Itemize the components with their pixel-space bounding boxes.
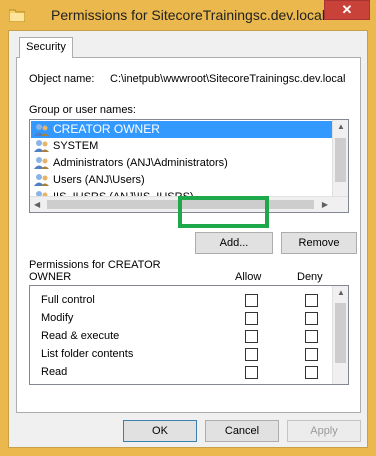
deny-checkbox[interactable] (305, 366, 318, 379)
deny-checkbox[interactable] (305, 312, 318, 325)
apply-button[interactable]: Apply (287, 420, 361, 442)
permissions-header: Permissions for CREATOR (29, 259, 161, 271)
deny-column-label: Deny (297, 271, 323, 283)
list-item-label: SYSTEM (53, 140, 99, 152)
list-item[interactable]: Administrators (ANJ\Administrators) (31, 155, 335, 172)
permissions-header-cont: OWNER (29, 271, 72, 283)
group-names-label: Group or user names: (29, 104, 136, 116)
remove-button[interactable]: Remove (281, 232, 357, 254)
window-frame: Permissions for SitecoreTrainingsc.dev.l… (0, 0, 376, 456)
list-item-label: CREATOR OWNER (53, 122, 160, 136)
add-button[interactable]: Add... (195, 232, 273, 254)
users-icon (34, 123, 50, 137)
close-button[interactable]: ✕ (324, 0, 370, 20)
permission-row: Read & execute (30, 327, 330, 345)
scroll-up-icon[interactable]: ▲ (337, 122, 345, 131)
ok-button[interactable]: OK (123, 420, 197, 442)
object-name-value: C:\inetpub\wwwroot\SitecoreTrainingsc.de… (110, 73, 346, 85)
permission-name: List folder contents (41, 348, 134, 360)
permission-row: Modify (30, 309, 330, 327)
allow-checkbox[interactable] (245, 294, 258, 307)
dialog-client: Security Object name: C:\inetpub\wwwroot… (8, 30, 368, 448)
list-item[interactable]: Users (ANJ\Users) (31, 172, 335, 189)
users-icon (34, 139, 50, 153)
deny-checkbox[interactable] (305, 294, 318, 307)
cancel-button[interactable]: Cancel (205, 420, 279, 442)
tab-security[interactable]: Security (19, 37, 73, 58)
permission-row: List folder contents (30, 345, 330, 363)
permission-name: Modify (41, 312, 74, 324)
scroll-up-icon[interactable]: ▲ (337, 288, 345, 297)
permission-row: Full control (30, 291, 330, 309)
allow-checkbox[interactable] (245, 348, 258, 361)
vertical-scrollbar[interactable]: ▲ (332, 286, 348, 384)
security-panel: Object name: C:\inetpub\wwwroot\Sitecore… (16, 57, 361, 413)
allow-column-label: Allow (235, 271, 262, 283)
allow-checkbox[interactable] (245, 312, 258, 325)
title-bar[interactable]: Permissions for SitecoreTrainingsc.dev.l… (0, 0, 376, 32)
scroll-right-icon[interactable]: ▶ (322, 200, 328, 209)
permission-name: Read & execute (41, 330, 120, 342)
permission-name: Read (41, 366, 68, 378)
scroll-left-icon[interactable]: ◀ (34, 200, 40, 209)
users-icon (34, 156, 50, 170)
allow-checkbox[interactable] (245, 330, 258, 343)
vertical-scrollbar[interactable]: ▲ (332, 120, 348, 196)
permission-row: Read (30, 363, 330, 381)
allow-checkbox[interactable] (245, 366, 258, 379)
list-item-label: Users (ANJ\Users) (53, 174, 145, 186)
object-name-label: Object name: (29, 73, 95, 85)
deny-checkbox[interactable] (305, 330, 318, 343)
list-item-label: Administrators (ANJ\Administrators) (53, 157, 228, 169)
list-item[interactable]: SYSTEM (31, 138, 335, 155)
permissions-list: Full control Modify Read & execute List … (29, 285, 349, 385)
users-icon (34, 173, 50, 187)
list-item[interactable]: CREATOR OWNER (31, 121, 335, 138)
deny-checkbox[interactable] (305, 348, 318, 361)
window-title: Permissions for SitecoreTrainingsc.dev.l… (51, 7, 325, 23)
permission-name: Full control (41, 294, 95, 306)
scroll-thumb[interactable] (335, 138, 346, 182)
add-button-highlight (178, 196, 269, 228)
scroll-thumb[interactable] (335, 303, 346, 363)
